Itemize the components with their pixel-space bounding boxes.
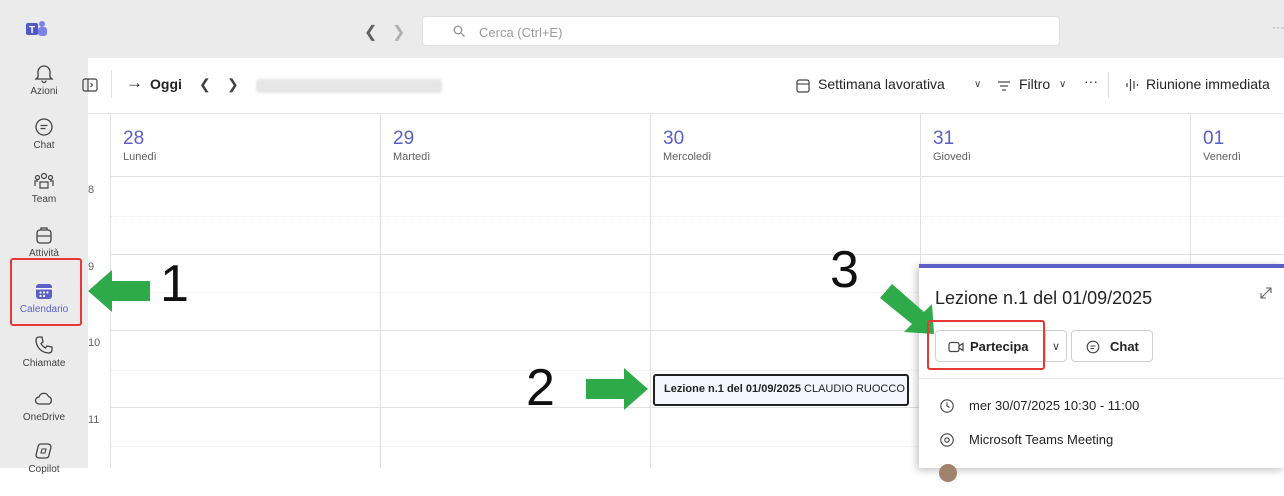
event-organizer: CLAUDIO RUOCCO bbox=[804, 383, 905, 395]
rail-label: Azioni bbox=[30, 86, 58, 97]
day-number: 28 bbox=[123, 128, 145, 149]
chat-label: Chat bbox=[1110, 339, 1139, 354]
hour-label: 10 bbox=[88, 337, 101, 349]
rail-label: Chiamate bbox=[22, 358, 66, 369]
more-options-icon[interactable]: ··· bbox=[1272, 20, 1284, 34]
meet-now-button[interactable]: Riunione immediata bbox=[1146, 76, 1270, 92]
day-name: Giovedì bbox=[933, 151, 971, 163]
cloud-icon bbox=[34, 392, 53, 405]
hour-label: 11 bbox=[88, 414, 100, 426]
annotation-number-1: 1 bbox=[160, 255, 189, 313]
filter-button[interactable]: Filtro bbox=[1019, 76, 1050, 92]
view-chevron-down-icon[interactable]: ∨ bbox=[974, 79, 981, 90]
chat-icon bbox=[1086, 340, 1100, 354]
day-number: 31 bbox=[933, 128, 955, 149]
expand-icon[interactable] bbox=[1259, 286, 1273, 300]
event-datetime: mer 30/07/2025 10:30 - 11:00 bbox=[969, 398, 1140, 413]
search-icon bbox=[453, 25, 465, 37]
rail-item-chat[interactable]: Chat bbox=[0, 116, 88, 172]
day-column-line bbox=[650, 176, 651, 468]
event-location: Microsoft Teams Meeting bbox=[969, 432, 1114, 447]
popup-divider bbox=[919, 378, 1284, 379]
highlight-box-calendario bbox=[10, 258, 82, 326]
forward-arrow-icon[interactable]: ❯ bbox=[392, 22, 405, 42]
chat-icon bbox=[35, 118, 53, 136]
bell-icon bbox=[34, 65, 54, 84]
hour-label: 8 bbox=[88, 184, 95, 196]
arrow-right-icon bbox=[586, 368, 648, 410]
arrow-left-icon bbox=[88, 270, 150, 312]
next-week-icon[interactable]: ❯ bbox=[227, 76, 239, 93]
title-bar: T ❮ ❯ Cerca (Ctrl+E) ··· bbox=[0, 0, 1284, 58]
copilot-icon bbox=[35, 443, 52, 459]
filter-icon bbox=[998, 81, 1010, 91]
day-header-tuesday[interactable]: 29 Martedì bbox=[380, 114, 650, 176]
filter-chevron-down-icon[interactable]: ∨ bbox=[1059, 79, 1066, 90]
rail-label: Chat bbox=[33, 140, 55, 151]
hour-gridline bbox=[110, 254, 1284, 255]
search-placeholder: Cerca (Ctrl+E) bbox=[479, 25, 563, 40]
rail-item-team[interactable]: Team bbox=[0, 170, 88, 226]
join-options-chevron-down-icon[interactable]: ∨ bbox=[1045, 330, 1067, 362]
teams-icon bbox=[34, 172, 54, 189]
day-number: 29 bbox=[393, 128, 415, 149]
avatar bbox=[939, 464, 957, 482]
back-arrow-icon[interactable]: ❮ bbox=[364, 22, 377, 42]
calendar-toolbar: → Oggi ❮ ❯ Settimana lavorativa ∨ Filtro… bbox=[82, 58, 1284, 114]
day-header-thursday[interactable]: 31 Giovedì bbox=[920, 114, 1190, 176]
highlight-box-join bbox=[927, 320, 1045, 370]
half-hour-gridline bbox=[110, 216, 1284, 217]
rail-item-azioni[interactable]: Azioni bbox=[0, 62, 88, 118]
today-button[interactable]: Oggi bbox=[150, 76, 182, 92]
svg-text:T: T bbox=[29, 25, 35, 36]
teams-logo-icon: T bbox=[26, 21, 47, 36]
phone-icon bbox=[35, 336, 53, 354]
rail-item-copilot[interactable]: Copilot bbox=[0, 440, 88, 496]
popup-title: Lezione n.1 del 01/09/2025 bbox=[935, 288, 1153, 308]
chat-button[interactable]: Chat bbox=[1071, 330, 1153, 362]
clock-icon bbox=[940, 399, 954, 413]
meet-now-icon bbox=[1126, 79, 1139, 91]
prev-week-icon[interactable]: ❮ bbox=[199, 76, 211, 93]
rail-label: Copilot bbox=[28, 464, 60, 475]
rail-label: Team bbox=[31, 194, 57, 205]
search-input[interactable]: Cerca (Ctrl+E) bbox=[422, 16, 1060, 46]
toolbar-divider bbox=[111, 70, 112, 98]
day-number: 01 bbox=[1203, 128, 1225, 149]
day-header-monday[interactable]: 28 Lunedì bbox=[110, 114, 380, 176]
annotation-number-3: 3 bbox=[830, 241, 859, 299]
event-title: Lezione n.1 del 01/09/2025 bbox=[664, 383, 801, 395]
toolbar-divider bbox=[1108, 72, 1109, 98]
day-name: Lunedì bbox=[123, 151, 157, 163]
view-selector[interactable]: Settimana lavorativa bbox=[818, 76, 945, 92]
hour-gridline bbox=[110, 176, 1284, 177]
day-header-wednesday[interactable]: 30 Mercoledì bbox=[650, 114, 920, 176]
day-column-line bbox=[380, 176, 381, 468]
date-range-blurred bbox=[256, 79, 442, 93]
more-options-button[interactable]: ··· bbox=[1084, 73, 1098, 89]
sidebar-toggle-icon[interactable] bbox=[82, 78, 98, 92]
annotation-number-2: 2 bbox=[526, 359, 555, 417]
day-header-friday[interactable]: 01 Venerdì bbox=[1190, 114, 1284, 176]
briefcase-icon bbox=[36, 227, 52, 244]
location-pin-icon bbox=[940, 433, 954, 447]
rail-item-onedrive[interactable]: OneDrive bbox=[0, 388, 88, 444]
calendar-view-icon bbox=[796, 79, 810, 93]
day-name: Martedì bbox=[393, 151, 431, 163]
today-arrow-icon[interactable]: → bbox=[126, 73, 143, 93]
day-column-line bbox=[110, 176, 111, 468]
rail-label: OneDrive bbox=[22, 412, 66, 423]
day-name: Mercoledì bbox=[663, 151, 712, 163]
calendar-event[interactable]: Lezione n.1 del 01/09/2025 CLAUDIO RUOCC… bbox=[653, 374, 909, 406]
rail-item-chiamate[interactable]: Chiamate bbox=[0, 334, 88, 390]
day-number: 30 bbox=[663, 128, 685, 149]
day-name: Venerdì bbox=[1203, 151, 1241, 163]
